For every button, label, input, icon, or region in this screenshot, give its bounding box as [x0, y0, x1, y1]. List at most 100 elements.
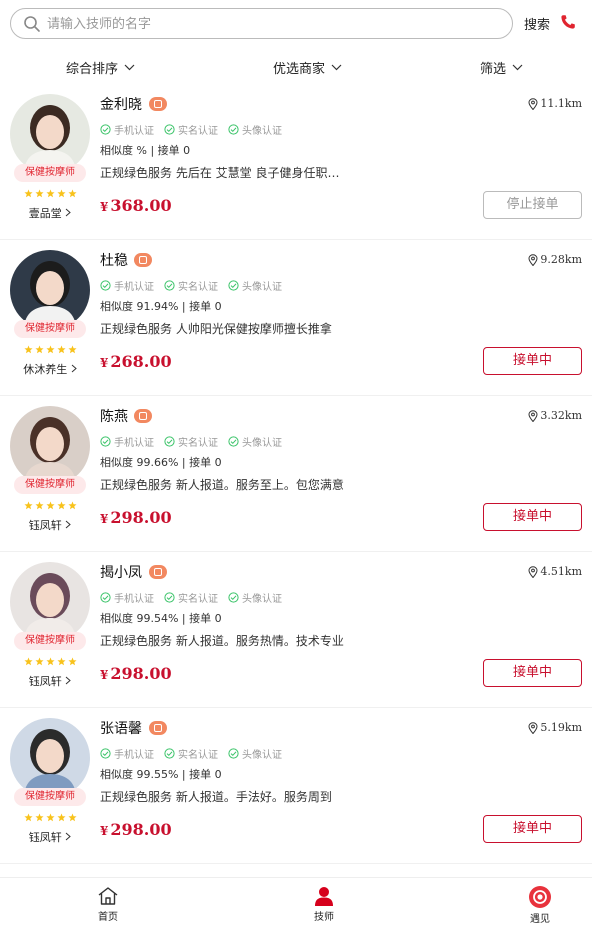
- search-button[interactable]: 搜索: [524, 14, 550, 33]
- check-circle-icon: [100, 436, 111, 447]
- technician-card[interactable]: 保健按摩师 壹品堂 金利晓 11.1km 手机认证 实名认证 头像认证 相似度 …: [0, 84, 592, 240]
- vip-badge-icon: [134, 253, 152, 267]
- technician-card[interactable]: 保健按摩师 钰凤轩 陈燕 3.32km 手机认证 实名认证 头像认证 相似度 9…: [0, 396, 592, 552]
- rating-stars: [24, 657, 80, 667]
- technician-card[interactable]: 保健按摩师 钰凤轩 揭小凤 4.51km 手机认证 实名认证 头像认证 相似度 …: [0, 552, 592, 708]
- cert-list: 手机认证 实名认证 头像认证: [100, 434, 282, 449]
- tab-label: 遇见: [530, 914, 550, 925]
- star-icon: [24, 657, 33, 666]
- phone-icon[interactable]: [560, 14, 576, 30]
- search-box[interactable]: [10, 8, 513, 39]
- currency-symbol: ¥: [100, 512, 109, 526]
- distance-value: 4.51km: [540, 565, 582, 578]
- filter-merchant[interactable]: 优选商家: [273, 58, 342, 77]
- tab-label: 技师: [314, 912, 334, 923]
- search-input[interactable]: [47, 14, 487, 34]
- avatar-image: [10, 250, 90, 330]
- price: ¥298.00: [100, 508, 172, 527]
- star-icon: [57, 501, 66, 510]
- avatar[interactable]: [10, 718, 90, 798]
- shop-link[interactable]: 钰凤轩: [10, 517, 90, 533]
- check-circle-icon: [228, 748, 239, 759]
- cert-avatar: 头像认证: [228, 746, 282, 761]
- similarity-orders: 相似度 99.55% | 接单 0: [100, 768, 222, 781]
- service-description: 正规绿色服务 人帅阳光保健按摩师擅长推拿: [100, 322, 332, 336]
- order-status-button[interactable]: 停止接单: [483, 191, 582, 219]
- filter-label: 综合排序: [66, 62, 119, 77]
- shop-name: 钰凤轩: [28, 675, 62, 688]
- cert-label: 手机认证: [114, 750, 154, 761]
- distance: 3.32km: [528, 409, 582, 422]
- technician-name: 杜稳: [100, 253, 128, 269]
- order-status-button[interactable]: 接单中: [483, 347, 582, 375]
- filter-sort[interactable]: 综合排序: [66, 58, 135, 77]
- order-status-button[interactable]: 接单中: [483, 815, 582, 843]
- star-icon: [35, 813, 44, 822]
- star-icon: [24, 189, 33, 198]
- shop-link[interactable]: 钰凤轩: [10, 829, 90, 845]
- chevron-right-icon: [65, 520, 72, 529]
- star-icon: [24, 501, 33, 510]
- technician-card[interactable]: 保健按摩师 钰凤轩 张语馨 5.19km 手机认证 实名认证 头像认证 相似度 …: [0, 708, 592, 864]
- search-icon: [24, 16, 40, 32]
- cert-label: 手机认证: [114, 126, 154, 137]
- order-status-button[interactable]: 接单中: [483, 659, 582, 687]
- star-icon: [35, 657, 44, 666]
- cert-label: 头像认证: [242, 282, 282, 293]
- tab-home[interactable]: 首页: [78, 886, 138, 923]
- filter-label: 筛选: [480, 62, 507, 77]
- shop-name: 壹品堂: [28, 207, 62, 220]
- tab-technician[interactable]: 技师: [294, 886, 354, 923]
- avatar-image: [10, 94, 90, 174]
- cert-label: 实名认证: [178, 594, 218, 605]
- rating-stars: [24, 189, 80, 199]
- currency-symbol: ¥: [100, 200, 109, 214]
- check-circle-icon: [100, 592, 111, 603]
- avatar[interactable]: [10, 94, 90, 174]
- star-icon: [35, 189, 44, 198]
- technician-card[interactable]: 保健按摩师 休沐养生 杜稳 9.28km 手机认证 实名认证 头像认证 相似度 …: [0, 240, 592, 396]
- star-icon: [68, 657, 77, 666]
- chevron-right-icon: [71, 364, 77, 373]
- search-bar: 搜索: [0, 0, 592, 48]
- filter-screen[interactable]: 筛选: [480, 58, 523, 77]
- cert-realname: 实名认证: [164, 746, 218, 761]
- avatar[interactable]: [10, 406, 90, 486]
- cert-avatar: 头像认证: [228, 434, 282, 449]
- star-icon: [68, 813, 77, 822]
- chevron-right-icon: [65, 832, 72, 841]
- tab-meet[interactable]: 遇见: [510, 886, 570, 925]
- cert-realname: 实名认证: [164, 434, 218, 449]
- check-circle-icon: [228, 592, 239, 603]
- avatar[interactable]: [10, 250, 90, 330]
- shop-name: 钰凤轩: [28, 519, 62, 532]
- star-icon: [68, 501, 77, 510]
- rating-stars: [24, 345, 80, 355]
- cert-label: 头像认证: [242, 750, 282, 761]
- distance-value: 9.28km: [540, 253, 582, 266]
- currency-symbol: ¥: [100, 668, 109, 682]
- location-pin-icon: [528, 97, 538, 110]
- avatar[interactable]: [10, 562, 90, 642]
- cert-label: 头像认证: [242, 594, 282, 605]
- chevron-down-icon: [331, 64, 342, 71]
- order-status-button[interactable]: 接单中: [483, 503, 582, 531]
- cert-avatar: 头像认证: [228, 590, 282, 605]
- check-circle-icon: [100, 124, 111, 135]
- check-circle-icon: [164, 748, 175, 759]
- cert-realname: 实名认证: [164, 122, 218, 137]
- check-circle-icon: [228, 280, 239, 291]
- service-description: 正规绿色服务 先后在 艾慧堂 良子健身任职，手法娴熟: [100, 166, 350, 180]
- shop-link[interactable]: 钰凤轩: [10, 673, 90, 689]
- price-value: 298.00: [110, 508, 172, 527]
- price: ¥298.00: [100, 820, 172, 839]
- star-icon: [68, 189, 77, 198]
- star-icon: [57, 189, 66, 198]
- shop-name: 休沐养生: [23, 363, 68, 376]
- chevron-right-icon: [65, 676, 72, 685]
- vip-badge-icon: [149, 721, 167, 735]
- shop-link[interactable]: 壹品堂: [10, 205, 90, 221]
- shop-link[interactable]: 休沐养生: [10, 361, 90, 377]
- distance: 9.28km: [528, 253, 582, 266]
- similarity-orders: 相似度 % | 接单 0: [100, 144, 191, 157]
